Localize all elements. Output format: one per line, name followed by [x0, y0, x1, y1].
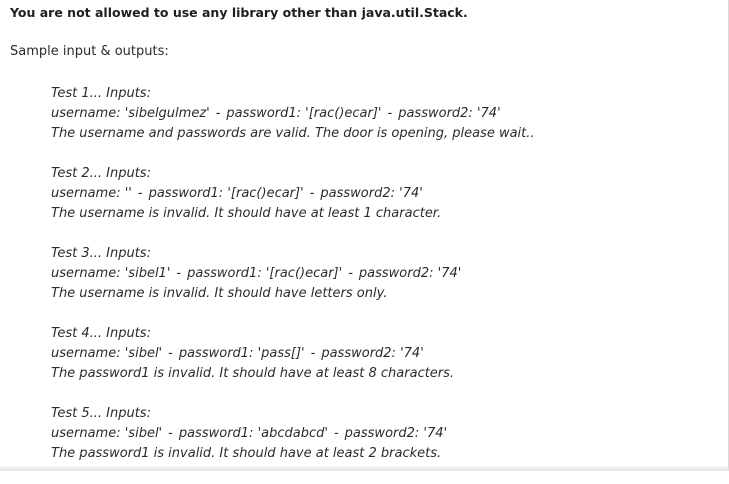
- password1-input-value: password1: '[rac()ecar]': [226, 106, 382, 121]
- separator: -: [176, 266, 182, 281]
- password1-input-value: password1: '[rac()ecar]': [187, 266, 343, 281]
- document-page: You are not allowed to use any library o…: [0, 0, 729, 471]
- test-inputs-line: username: 'sibel' - password1: 'abcdabcd' -…: [51, 424, 711, 444]
- password1-input-value: password1: 'abcdabcd': [178, 426, 328, 441]
- password2-input-value: password2: '74': [320, 186, 423, 201]
- test-inputs-line: username: 'sibelgulmez' - password1: '[rac…: [51, 104, 711, 124]
- test-inputs-line: username: 'sibel' - password1: 'pass[]' - pa…: [51, 344, 711, 364]
- password2-input-value: password2: '74': [358, 266, 462, 281]
- separator: -: [215, 106, 221, 121]
- separator: -: [137, 186, 143, 201]
- separator: -: [387, 106, 393, 121]
- test-header: Test 3... Inputs:: [51, 246, 151, 261]
- password2-input-value: password2: '74': [321, 346, 424, 361]
- test-result: The password1 is invalid. It should have…: [51, 446, 442, 461]
- separator: -: [348, 266, 353, 281]
- username-input-value: username: 'sibel': [51, 346, 163, 361]
- separator: -: [310, 346, 316, 361]
- test-header: Test 4... Inputs:: [51, 326, 151, 341]
- test-inputs-line: username: 'sibel1' - password1: '[rac()eca…: [51, 264, 711, 284]
- separator: -: [309, 186, 315, 201]
- test-case: Test 3... Inputs: username: 'sibel1' - pas…: [51, 244, 711, 304]
- test-inputs-line: username: '' - password1: '[rac()ecar]' - pa…: [51, 184, 711, 204]
- scroll-edge-shadow: [0, 465, 729, 471]
- test-header: Test 2... Inputs:: [51, 166, 151, 181]
- separator: -: [168, 426, 173, 441]
- separator: -: [168, 346, 173, 361]
- test-header: Test 1... Inputs:: [51, 86, 151, 101]
- test-result: The username is invalid. It should have …: [51, 286, 388, 301]
- test-result: The username is invalid. It should have …: [51, 206, 442, 221]
- password2-input-value: password2: '74': [344, 426, 448, 441]
- password2-input-value: password2: '74': [398, 106, 501, 121]
- password1-input-value: password1: '[rac()ecar]': [148, 186, 304, 201]
- test-case: Test 4... Inputs: username: 'sibel' - pass…: [51, 324, 711, 384]
- username-input-value: username: '': [51, 186, 132, 201]
- test-case: Test 5... Inputs: username: 'sibel' - pass…: [51, 404, 711, 464]
- test-header: Test 5... Inputs:: [51, 406, 151, 421]
- test-case: Test 2... Inputs: username: '' - password1…: [51, 164, 711, 224]
- test-cases-list: Test 1... Inputs: username: 'sibelgulmez…: [51, 84, 711, 484]
- test-case: Test 1... Inputs: username: 'sibelgulmez…: [51, 84, 711, 144]
- separator: -: [333, 426, 339, 441]
- test-result: The password1 is invalid. It should have…: [51, 366, 455, 381]
- password1-input-value: password1: 'pass[]': [178, 346, 305, 361]
- sample-io-heading: Sample input & outputs:: [10, 44, 169, 59]
- username-input-value: username: 'sibel1': [51, 266, 171, 281]
- library-restriction-note: You are not allowed to use any library o…: [10, 5, 468, 20]
- username-input-value: username: 'sibelgulmez': [51, 106, 210, 121]
- username-input-value: username: 'sibel': [51, 426, 163, 441]
- test-result: The username and passwords are valid. Th…: [51, 126, 535, 141]
